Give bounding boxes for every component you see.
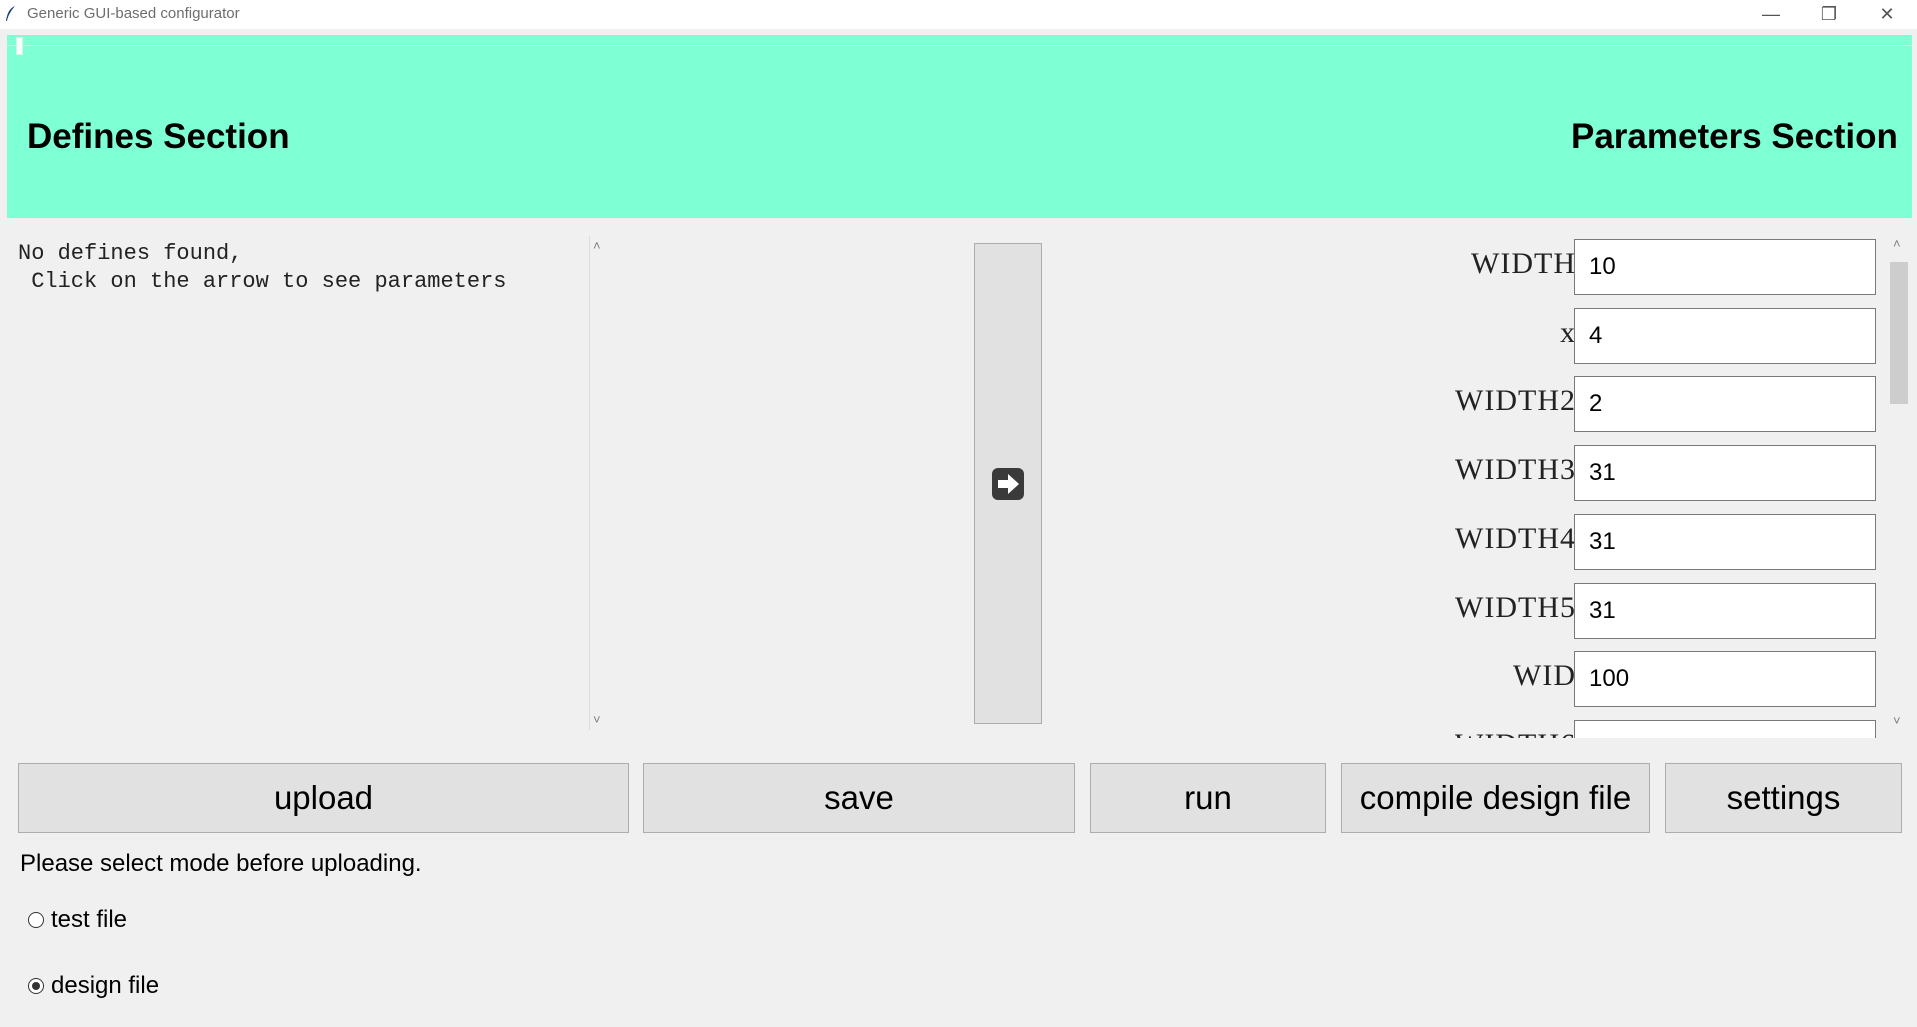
radio-design-file[interactable] bbox=[28, 978, 44, 994]
feather-icon bbox=[6, 6, 15, 21]
radio-circle-test-file[interactable] bbox=[28, 912, 44, 928]
param-label: x bbox=[1560, 315, 1576, 349]
defines-scroll-down-icon[interactable]: ˅ bbox=[593, 712, 601, 727]
upload-button[interactable]: upload bbox=[18, 763, 629, 833]
params-scroll-up-icon[interactable]: ˄ bbox=[1893, 236, 1901, 251]
param-value-input[interactable] bbox=[1574, 651, 1876, 708]
param-value-input[interactable] bbox=[1574, 513, 1876, 570]
radio-test-file[interactable] bbox=[28, 912, 44, 928]
param-label: WIDTH3 bbox=[1455, 453, 1576, 487]
window-title: Generic GUI-based configurator bbox=[27, 5, 240, 22]
save-button[interactable]: save bbox=[643, 763, 1075, 833]
param-label: WIDTH bbox=[1471, 247, 1576, 280]
param-value-input[interactable] bbox=[1574, 719, 1876, 738]
settings-button[interactable]: settings bbox=[1665, 763, 1902, 833]
param-label: WIDTH2 bbox=[1455, 384, 1576, 418]
close-button[interactable]: ✕ bbox=[1858, 0, 1916, 29]
parameters-list: WIDTH x WIDTH2 WIDTH3 WIDTH4 WIDTH5 WID WIDTH6 bbox=[1380, 236, 1880, 738]
arrow-right-icon bbox=[992, 468, 1024, 500]
title-bar bbox=[0, 0, 1917, 29]
header-scroll-handle[interactable] bbox=[16, 37, 23, 55]
run-button[interactable]: run bbox=[1090, 763, 1326, 833]
param-label: WIDTH6 bbox=[1380, 728, 1576, 738]
param-label: WIDTH5 bbox=[1455, 590, 1576, 624]
defines-text-area[interactable]: No defines found, Click on the arrow to … bbox=[18, 240, 578, 725]
param-value-input[interactable] bbox=[1574, 582, 1876, 639]
status-message: Please select mode before uploading. bbox=[20, 850, 422, 877]
radio-label-design-file[interactable]: design file bbox=[51, 972, 159, 1000]
param-value-input[interactable] bbox=[1574, 376, 1876, 433]
param-label: WIDTH4 bbox=[1455, 521, 1576, 555]
defines-scroll-up-icon[interactable]: ˄ bbox=[593, 238, 601, 253]
params-scroll-down-icon[interactable]: ˅ bbox=[1893, 713, 1901, 728]
radio-circle-design-file[interactable] bbox=[28, 978, 44, 994]
radio-selected-dot bbox=[32, 982, 40, 990]
defines-section-title: Defines Section bbox=[27, 117, 290, 156]
params-scroll-thumb[interactable] bbox=[1890, 262, 1908, 404]
compile-design-file-button[interactable]: compile design file bbox=[1341, 763, 1650, 833]
param-value-input[interactable] bbox=[1574, 239, 1876, 295]
defines-scrollbar[interactable] bbox=[589, 236, 590, 730]
param-value-input[interactable] bbox=[1574, 307, 1876, 364]
restore-button[interactable]: ❐ bbox=[1800, 0, 1858, 29]
param-value-input[interactable] bbox=[1574, 445, 1876, 502]
parameters-section-title: Parameters Section bbox=[1571, 117, 1898, 156]
minimize-button[interactable]: — bbox=[1742, 0, 1800, 29]
header-strip bbox=[7, 36, 1912, 46]
param-label: WID bbox=[1513, 659, 1576, 693]
radio-label-test-file[interactable]: test file bbox=[51, 906, 127, 934]
